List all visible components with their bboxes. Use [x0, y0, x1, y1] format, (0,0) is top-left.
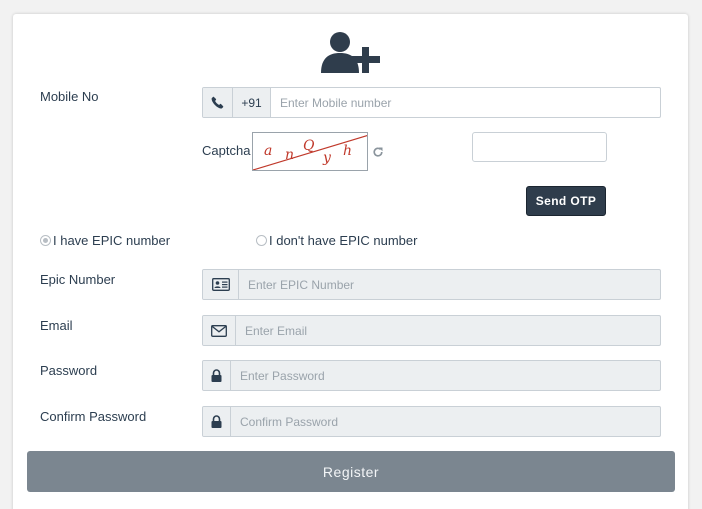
- captcha-char: y: [323, 150, 331, 166]
- captcha-label: Captcha: [202, 143, 251, 158]
- envelope-icon: [203, 316, 236, 345]
- email-input[interactable]: [236, 316, 660, 345]
- confirm-password-field: [202, 406, 661, 437]
- phone-icon: [203, 88, 233, 117]
- mobile-label: Mobile No: [40, 89, 99, 104]
- lock-icon: [203, 407, 231, 436]
- password-field: [202, 360, 661, 391]
- email-label: Email: [40, 318, 73, 333]
- epic-input[interactable]: [239, 270, 660, 299]
- send-otp-button[interactable]: Send OTP: [526, 186, 606, 216]
- captcha-image: a n Q y h: [252, 132, 368, 171]
- register-button[interactable]: Register: [27, 451, 675, 492]
- radio-button-checked[interactable]: [40, 235, 51, 246]
- captcha-char: a: [264, 143, 273, 159]
- country-code: +91: [233, 88, 271, 117]
- id-card-icon: [203, 270, 239, 299]
- password-label: Password: [40, 363, 98, 378]
- radio-epic-yes-label: I have EPIC number: [53, 233, 171, 248]
- confirm-password-input[interactable]: [231, 407, 660, 436]
- radio-epic-no-label: I don't have EPIC number: [269, 233, 418, 248]
- mobile-field: +91: [202, 87, 661, 118]
- refresh-icon[interactable]: [372, 146, 384, 158]
- epic-field: [202, 269, 661, 300]
- password-input[interactable]: [231, 361, 660, 390]
- radio-epic-no[interactable]: I don't have EPIC number: [256, 233, 417, 248]
- add-user-icon: [321, 32, 380, 73]
- confirm-password-label: Confirm Password: [40, 409, 147, 424]
- captcha-char: Q: [303, 138, 315, 154]
- captcha-char: h: [343, 143, 353, 159]
- radio-button[interactable]: [256, 235, 267, 246]
- mobile-input[interactable]: [271, 88, 660, 117]
- epic-label: Epic Number: [40, 272, 116, 287]
- captcha-char: n: [285, 147, 295, 163]
- lock-icon: [203, 361, 231, 390]
- email-field: [202, 315, 661, 346]
- radio-epic-yes[interactable]: I have EPIC number: [40, 233, 170, 248]
- captcha-input[interactable]: [472, 132, 607, 162]
